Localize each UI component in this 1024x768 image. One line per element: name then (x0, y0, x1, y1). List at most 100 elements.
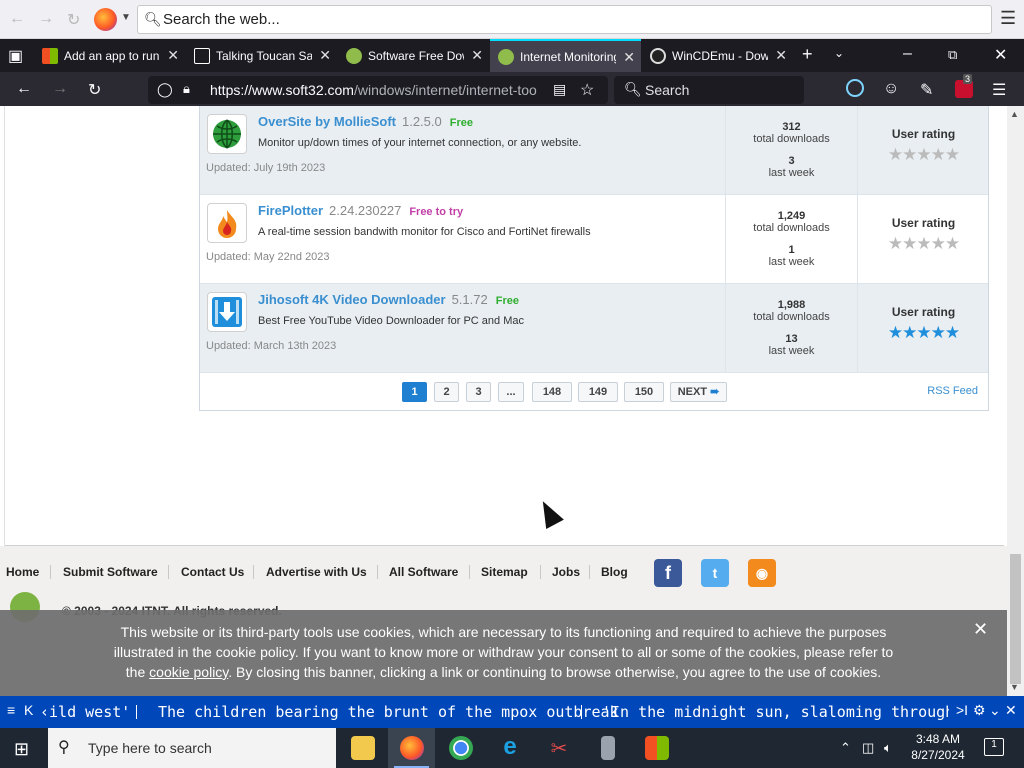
page-1-button[interactable]: 1 (402, 382, 427, 402)
tab-add-app[interactable]: Add an app to run ✕ (34, 39, 185, 72)
ticker-close-icon[interactable]: ✕ (1005, 702, 1017, 719)
tab-overflow-chevron-icon[interactable]: ⌄ (834, 46, 844, 60)
taskbar-search-input[interactable]: ⚲ Type here to search (48, 728, 336, 768)
ticker-settings-icon[interactable]: ⚙ (973, 702, 986, 719)
close-tab-icon[interactable]: ✕ (775, 47, 787, 64)
back-arrow-icon[interactable]: ← (9, 10, 25, 28)
close-tab-icon[interactable]: ✕ (471, 47, 483, 64)
firefox-logo-icon[interactable] (94, 8, 117, 31)
web-search-input[interactable]: 🔍︎ Search the web... (137, 5, 992, 34)
software-name-link[interactable]: OverSite by MollieSoft 1.2.5.0 Free (258, 114, 473, 129)
ticker-headline[interactable]: ‹ild west' (40, 703, 130, 721)
tab-talking-toucan[interactable]: Talking Toucan Sa ✕ (186, 39, 337, 72)
taskbar-clock[interactable]: 3:48 AM 8/27/2024 (903, 731, 973, 763)
tray-overflow-chevron-icon[interactable]: ⌃ (840, 740, 851, 756)
chrome-app[interactable] (437, 728, 484, 768)
close-tab-icon[interactable]: ✕ (623, 49, 635, 66)
ticker-headline[interactable]: 'In the midnight sun, slaloming through … (602, 703, 949, 721)
tab-internet-monitoring[interactable]: Internet Monitoring ✕ (490, 39, 641, 72)
windows-start-icon[interactable]: ⊞ (14, 739, 29, 760)
lock-icon[interactable]: 🔒︎ (183, 81, 190, 97)
tab-wincdemu[interactable]: WinCDEmu - Dow ✕ (642, 39, 793, 72)
dropdown-caret-icon[interactable]: ▼ (121, 12, 131, 23)
vpn-extension-icon[interactable] (846, 79, 864, 97)
close-tab-icon[interactable]: ✕ (167, 47, 179, 64)
close-tab-icon[interactable]: ✕ (319, 47, 331, 64)
download-app-icon[interactable] (207, 292, 247, 332)
flame-app-icon[interactable] (207, 203, 247, 243)
scrollbar-thumb[interactable] (1010, 554, 1021, 684)
tab-software-free[interactable]: Software Free Dow ✕ (338, 39, 489, 72)
back-icon[interactable]: ← (16, 80, 32, 98)
reload-icon[interactable]: ↻ (88, 80, 101, 100)
restore-icon[interactable]: ⧉ (948, 47, 957, 63)
toolbar-search-input[interactable]: 🔍︎ Search (614, 76, 804, 104)
page-150-button[interactable]: 150 (624, 382, 664, 402)
ticker-collapse-icon[interactable]: ⌄ (989, 702, 1001, 719)
ticker-menu-icon[interactable]: ≡ (7, 702, 15, 718)
close-cookie-banner-icon[interactable]: ✕ (973, 619, 988, 640)
footer-link-contact-us[interactable]: Contact Us (181, 565, 244, 579)
forward-arrow-icon[interactable]: → (38, 10, 54, 28)
ticker-prev-icon[interactable]: K (24, 702, 33, 718)
window-close-icon[interactable]: ✕ (994, 45, 1007, 65)
forward-icon[interactable]: → (52, 80, 68, 98)
page-2-button[interactable]: 2 (434, 382, 459, 402)
footer-link-home[interactable]: Home (6, 565, 39, 579)
rss-feed-link[interactable]: RSS Feed (927, 385, 978, 397)
rating-stars[interactable]: ★★★★★ (860, 234, 987, 254)
last-week-label: last week (768, 167, 815, 179)
reader-view-icon[interactable]: ▤ (553, 81, 566, 98)
rss-icon[interactable]: ◉ (748, 559, 776, 587)
ticker-headline[interactable]: The children bearing the brunt of the mp… (158, 703, 619, 721)
address-text[interactable]: https://www.soft32.com/windows/internet/… (210, 82, 540, 98)
globe-app-icon[interactable] (207, 114, 247, 154)
network-icon[interactable]: ◫ (862, 740, 874, 756)
page-3-button[interactable]: 3 (466, 382, 491, 402)
voice-recorder-app[interactable] (584, 728, 631, 768)
bookmark-star-icon[interactable]: ☆ (580, 80, 594, 100)
file-explorer-app[interactable] (339, 728, 386, 768)
minimize-icon[interactable]: – (903, 45, 912, 63)
address-bar[interactable]: ◯ 🔒︎ https://www.soft32.com/windows/inte… (148, 76, 608, 104)
footer-link-submit-software[interactable]: Submit Software (63, 565, 158, 579)
web-search-toolbar: ← → ↻ ▼ 🔍︎ Search the web... ☰ (0, 0, 1024, 39)
page-148-button[interactable]: 148 (532, 382, 572, 402)
account-icon[interactable]: ☺ (883, 80, 899, 98)
page-149-button[interactable]: 149 (578, 382, 618, 402)
app-menu-icon[interactable]: ☰ (992, 80, 1006, 100)
new-tab-icon[interactable]: + (802, 44, 813, 65)
extensions-icon[interactable]: ✎ (920, 80, 933, 100)
ticker-next-icon[interactable]: >I (956, 702, 968, 718)
footer-link-advertise[interactable]: Advertise with Us (266, 565, 367, 579)
volume-muted-icon[interactable]: 🔈︎ (884, 740, 892, 756)
software-name-link[interactable]: Jihosoft 4K Video Downloader 5.1.72 Free (258, 292, 519, 307)
software-name-link[interactable]: FirePlotter 2.24.230227 Free to try (258, 203, 463, 218)
scroll-up-icon[interactable]: ▲ (1010, 109, 1019, 119)
firefox-app[interactable] (388, 728, 435, 768)
cookie-policy-link[interactable]: cookie policy (149, 664, 228, 680)
facebook-icon[interactable]: f (654, 559, 682, 587)
store-app[interactable] (633, 728, 680, 768)
notification-center-icon[interactable]: 1 (984, 738, 1004, 756)
next-page-button[interactable]: NEXT ➠ (670, 382, 727, 402)
twitter-icon[interactable]: t (701, 559, 729, 587)
reload-icon[interactable]: ↻ (67, 10, 80, 30)
store-icon (645, 736, 669, 760)
footer-link-jobs[interactable]: Jobs (552, 565, 580, 579)
shield-icon[interactable]: ◯ (157, 81, 173, 98)
windows-taskbar: ⊞ ⚲ Type here to search e ✂ ⌃ ◫ 🔈︎ 3:48 … (0, 728, 1024, 768)
internet-explorer-app[interactable]: e (486, 728, 533, 768)
clock-date: 8/27/2024 (911, 748, 965, 762)
software-row: FirePlotter 2.24.230227 Free to try A real… (200, 195, 988, 284)
tab-list-icon[interactable]: ▣ (8, 46, 23, 66)
footer-link-blog[interactable]: Blog (601, 565, 628, 579)
rating-stars[interactable]: ★★★★★ (860, 323, 987, 343)
scroll-down-icon[interactable]: ▼ (1010, 682, 1019, 692)
footer-link-sitemap[interactable]: Sitemap (481, 565, 528, 579)
page-scrollbar[interactable]: ▲ ▼ (1007, 106, 1024, 696)
rating-stars[interactable]: ★★★★★ (860, 145, 987, 165)
footer-link-all-software[interactable]: All Software (389, 565, 458, 579)
menu-icon[interactable]: ☰ (1000, 8, 1016, 29)
snipping-tool-app[interactable]: ✂ (535, 728, 582, 768)
